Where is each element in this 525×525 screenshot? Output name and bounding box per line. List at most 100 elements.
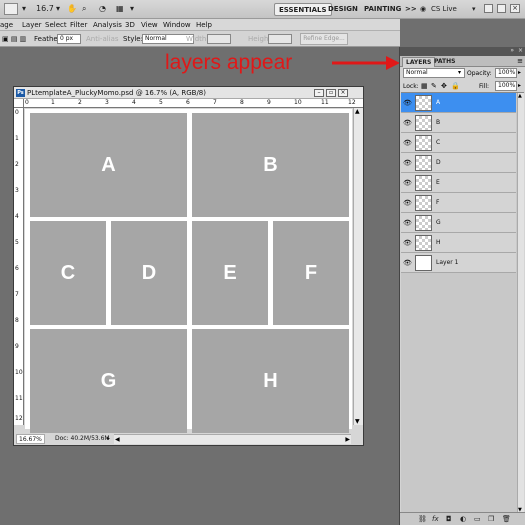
- tab-paths[interactable]: PATHS: [431, 57, 458, 67]
- visibility-eye-icon[interactable]: 👁: [403, 179, 413, 187]
- zoom-level[interactable]: 16.7: [36, 3, 54, 15]
- menu-image[interactable]: age: [0, 20, 13, 30]
- scroll-right-icon[interactable]: ▶: [345, 436, 350, 443]
- refine-edge-button[interactable]: Refine Edge...: [300, 33, 348, 45]
- fill-slider-icon[interactable]: ▸: [518, 82, 521, 89]
- horizontal-ruler[interactable]: 0 1 2 3 4 5 6 7 8 9 10 11 12: [24, 99, 363, 108]
- layer-row-a[interactable]: 👁 A: [401, 93, 516, 113]
- ruler-v-label: 11: [15, 395, 23, 402]
- layers-scrollbar[interactable]: ▲ ▼: [517, 93, 524, 513]
- vertical-ruler[interactable]: 0 1 2 3 4 5 6 7 8 9 10 11 12: [14, 108, 24, 425]
- workspace-painting[interactable]: PAINTING: [360, 3, 405, 16]
- layer-name: Layer 1: [436, 259, 459, 266]
- scroll-down-icon[interactable]: ▼: [355, 418, 360, 425]
- ruler-origin[interactable]: [14, 99, 24, 108]
- workspace-design[interactable]: DESIGN: [324, 3, 362, 16]
- collapse-panel-icon[interactable]: »: [510, 47, 514, 55]
- blend-mode-select[interactable]: Normal: [403, 68, 465, 78]
- layer-row-layer-1[interactable]: 👁 Layer 1: [401, 253, 516, 273]
- arrange-dropdown-icon[interactable]: ▾: [130, 3, 134, 15]
- doc-close-icon[interactable]: ×: [338, 89, 348, 97]
- doc-restore-icon[interactable]: ▫: [326, 89, 336, 97]
- zoom-tool-icon[interactable]: ⌕: [82, 3, 86, 15]
- document-canvas[interactable]: A B C D E F G H: [25, 109, 352, 433]
- layer-row-b[interactable]: 👁 B: [401, 113, 516, 133]
- photoshop-logo-icon: Ps: [16, 89, 25, 97]
- close-app-icon[interactable]: ×: [510, 4, 520, 13]
- lock-image-icon[interactable]: ✎: [431, 82, 437, 91]
- anti-alias-checkbox[interactable]: Anti-alias: [86, 35, 119, 44]
- visibility-eye-icon[interactable]: 👁: [403, 99, 413, 107]
- doc-minimize-icon[interactable]: –: [314, 89, 324, 97]
- ruler-h-label: 7: [213, 99, 217, 106]
- menu-layer[interactable]: Layer: [22, 20, 42, 30]
- visibility-eye-icon[interactable]: 👁: [403, 119, 413, 127]
- document-titlebar[interactable]: Ps PLtemplateA_PluckyMomo.psd @ 16.7% (A…: [14, 87, 363, 99]
- zoom-dropdown-icon[interactable]: ▾: [56, 3, 60, 15]
- menu-view[interactable]: View: [141, 20, 158, 30]
- layer-row-g[interactable]: 👁 G: [401, 213, 516, 233]
- lock-all-icon[interactable]: 🔒: [451, 82, 460, 91]
- scroll-left-icon[interactable]: ◀: [115, 436, 120, 443]
- menu-help[interactable]: Help: [196, 20, 212, 30]
- hand-tool-icon[interactable]: ✋: [67, 3, 77, 15]
- visibility-eye-icon[interactable]: 👁: [403, 139, 413, 147]
- cs-live-dropdown-icon[interactable]: ▾: [472, 3, 476, 15]
- visibility-eye-icon[interactable]: 👁: [403, 259, 413, 267]
- maximize-app-icon[interactable]: [497, 4, 506, 13]
- add-mask-icon[interactable]: ◘: [446, 515, 452, 524]
- arrange-documents-icon[interactable]: ▦: [116, 3, 124, 15]
- panel-menu-icon[interactable]: ≡: [517, 57, 523, 66]
- status-bar: 16.67% Doc: 40.2M/53.6M ▸: [14, 434, 114, 445]
- minimize-app-icon[interactable]: [484, 4, 493, 13]
- height-input[interactable]: [268, 34, 292, 44]
- menu-select[interactable]: Select: [45, 20, 67, 30]
- visibility-eye-icon[interactable]: 👁: [403, 159, 413, 167]
- workspace-essentials[interactable]: ESSENTIALS: [274, 3, 332, 16]
- selection-mode-icons[interactable]: ▣ ▤ ▥: [2, 35, 26, 44]
- cs-live-icon[interactable]: ◉: [420, 3, 426, 15]
- ruler-h-label: 8: [240, 99, 244, 106]
- width-input[interactable]: [207, 34, 231, 44]
- lock-transparent-icon[interactable]: ▦: [421, 82, 428, 91]
- status-menu-arrow-icon[interactable]: ▸: [107, 434, 110, 444]
- layer-row-e[interactable]: 👁 E: [401, 173, 516, 193]
- feather-input[interactable]: 0 px: [57, 34, 81, 44]
- delete-layer-icon[interactable]: 🗑: [502, 515, 511, 524]
- blend-dropdown-icon[interactable]: ▾: [458, 69, 461, 76]
- cs-live-button[interactable]: CS Live: [431, 3, 457, 15]
- menu-window[interactable]: Window: [163, 20, 191, 30]
- zoom-status-field[interactable]: 16.67%: [16, 434, 45, 444]
- layer-name: E: [436, 179, 440, 186]
- lock-position-icon[interactable]: ✥: [441, 82, 447, 91]
- layers-scroll-up-icon[interactable]: ▲: [518, 93, 522, 99]
- link-layers-icon[interactable]: ⛓: [418, 515, 427, 524]
- scroll-up-icon[interactable]: ▲: [355, 108, 360, 115]
- adjustment-layer-icon[interactable]: ◐: [460, 515, 466, 524]
- rotate-view-icon[interactable]: ◔: [99, 3, 106, 15]
- collage-cell-g: G: [30, 329, 187, 433]
- menu-3d[interactable]: 3D: [125, 20, 135, 30]
- visibility-eye-icon[interactable]: 👁: [403, 239, 413, 247]
- more-workspaces-icon[interactable]: >>: [401, 3, 421, 16]
- menu-analysis[interactable]: Analysis: [93, 20, 122, 30]
- fill-input[interactable]: 100%: [495, 81, 517, 91]
- menu-filter[interactable]: Filter: [70, 20, 87, 30]
- layer-style-icon[interactable]: fx: [432, 515, 439, 524]
- layer-row-d[interactable]: 👁 D: [401, 153, 516, 173]
- new-group-icon[interactable]: ▭: [474, 515, 481, 524]
- layer-row-h[interactable]: 👁 H: [401, 233, 516, 253]
- visibility-eye-icon[interactable]: 👁: [403, 219, 413, 227]
- close-panel-icon[interactable]: ×: [518, 47, 523, 55]
- visibility-eye-icon[interactable]: 👁: [403, 199, 413, 207]
- panel-header-bar[interactable]: » ×: [400, 47, 525, 56]
- screen-mode-icon[interactable]: [4, 3, 18, 15]
- layer-row-f[interactable]: 👁 F: [401, 193, 516, 213]
- dropdown-arrow-icon[interactable]: ▾: [22, 3, 26, 15]
- vertical-scrollbar[interactable]: ▲ ▼: [353, 108, 363, 425]
- opacity-slider-icon[interactable]: ▸: [518, 69, 521, 76]
- new-layer-icon[interactable]: ❐: [488, 515, 494, 524]
- horizontal-scrollbar[interactable]: ◀ ▶: [114, 434, 351, 444]
- opacity-input[interactable]: 100%: [495, 68, 517, 78]
- layer-row-c[interactable]: 👁 C: [401, 133, 516, 153]
